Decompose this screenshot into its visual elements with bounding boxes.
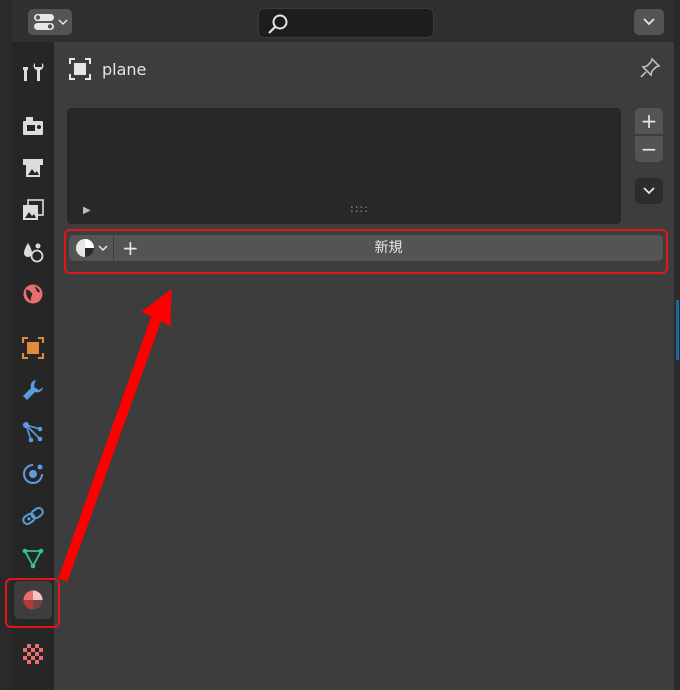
object-icon [69, 58, 91, 80]
highlight-box-material-tab [5, 578, 60, 628]
chevron-down-icon [643, 18, 655, 26]
render-icon [23, 117, 43, 135]
list-resize-grip[interactable]: :::: [350, 202, 369, 215]
view-layer-icon [23, 199, 44, 220]
material-specials-button[interactable] [635, 178, 663, 204]
expand-toggle[interactable]: ▶ [83, 205, 91, 216]
tool-icon [23, 63, 44, 81]
material-slot-list[interactable]: ▶ :::: [67, 108, 621, 224]
particles-icon [23, 422, 43, 443]
right-edge [674, 0, 680, 690]
scroll-accent [676, 300, 679, 360]
context-path: plane [68, 56, 146, 82]
tab-texture[interactable] [14, 635, 52, 673]
constraint-icon [22, 506, 44, 526]
chevron-down-icon [643, 187, 655, 195]
tab-data[interactable] [14, 539, 52, 577]
add-material-slot-button[interactable]: + [635, 108, 663, 134]
editor-type-icon [33, 14, 54, 30]
highlight-box-new-button [64, 229, 668, 274]
tab-scene[interactable] [14, 233, 52, 271]
scene-icon [24, 243, 44, 263]
tab-physics[interactable] [14, 455, 52, 493]
tab-tool[interactable] [14, 53, 52, 91]
output-icon [23, 159, 43, 177]
world-icon [23, 284, 43, 304]
object-icon [22, 337, 44, 359]
object-name-label: plane [102, 59, 147, 79]
physics-icon [23, 464, 43, 484]
tab-particles[interactable] [14, 413, 52, 451]
properties-main-area: plane ▶ :::: + − + 新規 [54, 42, 674, 690]
pin-icon [640, 57, 661, 78]
search-input[interactable] [258, 8, 434, 38]
tab-modifiers[interactable] [14, 371, 52, 409]
texture-icon [23, 644, 43, 664]
options-dropdown-button[interactable] [634, 9, 664, 35]
tab-object[interactable] [14, 329, 52, 367]
pin-button[interactable] [638, 56, 662, 84]
tab-view-layer[interactable] [14, 191, 52, 229]
search-icon [268, 14, 288, 34]
tab-constraints[interactable] [14, 497, 52, 535]
chevron-down-icon [57, 19, 68, 26]
tab-render[interactable] [14, 107, 52, 145]
remove-material-slot-button[interactable]: − [635, 136, 663, 162]
tab-output[interactable] [14, 149, 52, 187]
mesh-data-icon [22, 548, 44, 569]
editor-type-button[interactable] [28, 9, 72, 35]
tab-world[interactable] [14, 275, 52, 313]
wrench-icon [23, 380, 43, 400]
properties-header [12, 0, 674, 42]
